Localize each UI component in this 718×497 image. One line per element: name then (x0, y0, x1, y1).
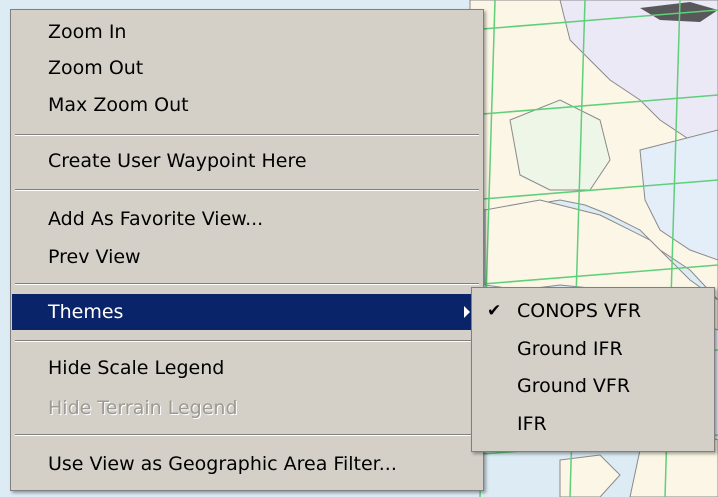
menu-item-use-view-as-filter[interactable]: Use View as Geographic Area Filter... (12, 446, 482, 482)
map-context-menu: Zoom In Zoom Out Max Zoom Out Create Use… (10, 9, 484, 491)
submenu-arrow-icon (464, 306, 470, 318)
menu-item-zoom-in[interactable]: Zoom In (12, 14, 482, 50)
submenu-item-ifr[interactable]: IFR (473, 406, 713, 442)
submenu-item-ground-vfr[interactable]: Ground VFR (473, 368, 713, 404)
submenu-item-conops-vfr[interactable]: ✔ CONOPS VFR (473, 293, 713, 329)
menu-item-themes-label: Themes (48, 301, 124, 323)
menu-item-prev-view[interactable]: Prev View (12, 239, 482, 275)
menu-separator (15, 283, 479, 285)
menu-separator (15, 134, 479, 136)
menu-item-hide-scale-legend[interactable]: Hide Scale Legend (12, 350, 482, 386)
menu-item-zoom-out[interactable]: Zoom Out (12, 50, 482, 86)
themes-submenu: ✔ CONOPS VFR Ground IFR Ground VFR IFR (471, 287, 715, 452)
menu-item-hide-terrain-legend: Hide Terrain Legend (48, 397, 238, 419)
checkmark-icon: ✔ (487, 301, 502, 321)
menu-separator (15, 340, 479, 342)
menu-item-themes[interactable]: Themes (12, 294, 482, 330)
submenu-item-ground-ifr[interactable]: Ground IFR (473, 331, 713, 367)
menu-item-create-user-waypoint[interactable]: Create User Waypoint Here (12, 143, 482, 179)
menu-item-add-favorite-view[interactable]: Add As Favorite View... (12, 201, 482, 237)
menu-item-max-zoom-out[interactable]: Max Zoom Out (12, 87, 482, 123)
submenu-item-label: CONOPS VFR (517, 300, 642, 322)
menu-separator (15, 434, 479, 436)
menu-separator (15, 189, 479, 191)
